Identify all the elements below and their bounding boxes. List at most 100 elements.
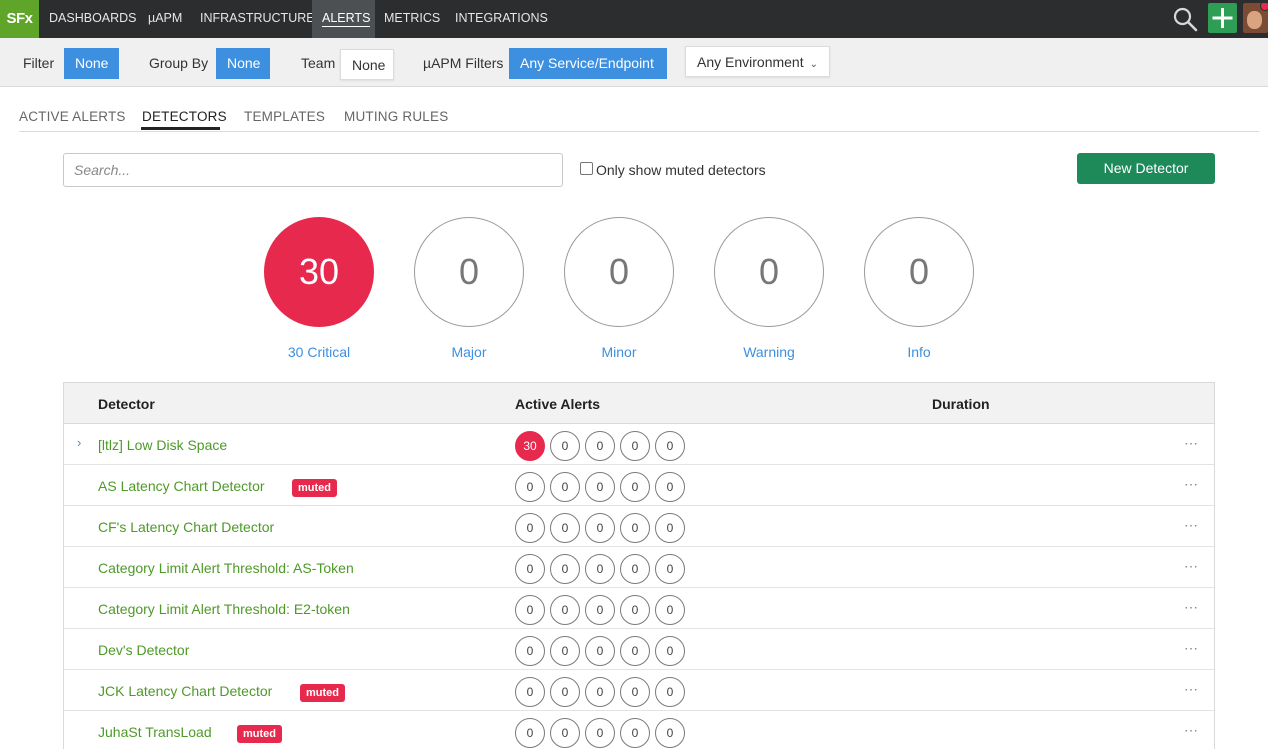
alert-count-minor[interactable]: 0 — [585, 431, 615, 461]
alert-count-critical[interactable]: 0 — [515, 677, 545, 707]
alert-count-minor[interactable]: 0 — [585, 472, 615, 502]
alert-count-major[interactable]: 0 — [550, 636, 580, 666]
alert-count-critical[interactable]: 0 — [515, 595, 545, 625]
table-row[interactable]: JCK Latency Chart Detector muted 0 0 0 0 0 ⋯ — [64, 670, 1214, 711]
more-options-icon[interactable]: ⋯ — [1184, 435, 1199, 452]
expand-row-icon[interactable]: › — [77, 435, 81, 450]
alert-count-minor[interactable]: 0 — [585, 595, 615, 625]
alert-count-critical[interactable]: 0 — [515, 472, 545, 502]
apm-filter-button[interactable]: Any Service/Endpoint — [509, 48, 667, 79]
nav-item-integrations[interactable]: INTEGRATIONS — [455, 0, 548, 38]
more-options-icon[interactable]: ⋯ — [1184, 558, 1199, 575]
environment-dropdown[interactable]: Any Environment ⌄ — [685, 46, 830, 77]
alert-count-minor[interactable]: 0 — [585, 636, 615, 666]
more-options-icon[interactable]: ⋯ — [1184, 681, 1199, 698]
detector-name-link[interactable]: JuhaSt TransLoad — [98, 724, 212, 740]
table-row[interactable]: AS Latency Chart Detector muted 0 0 0 0 0 ⋯ — [64, 465, 1214, 506]
alert-count-warning[interactable]: 0 — [620, 718, 650, 748]
alert-count-major[interactable]: 0 — [550, 718, 580, 748]
alert-count-info[interactable]: 0 — [655, 554, 685, 584]
alert-count-minor[interactable]: 0 — [585, 554, 615, 584]
alert-count-major[interactable]: 0 — [550, 472, 580, 502]
tab-detectors[interactable]: DETECTORS — [142, 109, 227, 124]
tab-muting-rules[interactable]: MUTING RULES — [344, 109, 448, 124]
alert-count-warning[interactable]: 0 — [620, 513, 650, 543]
severity-minor-count[interactable]: 0 — [564, 217, 674, 327]
user-avatar[interactable] — [1243, 3, 1268, 33]
severity-major-count[interactable]: 0 — [414, 217, 524, 327]
alert-count-critical[interactable]: 0 — [515, 718, 545, 748]
alert-count-warning[interactable]: 0 — [620, 677, 650, 707]
detector-name-link[interactable]: AS Latency Chart Detector — [98, 478, 265, 494]
alert-count-warning[interactable]: 0 — [620, 472, 650, 502]
alert-count-critical[interactable]: 0 — [515, 636, 545, 666]
more-options-icon[interactable]: ⋯ — [1184, 722, 1199, 739]
tab-templates[interactable]: TEMPLATES — [244, 109, 325, 124]
nav-item-alerts[interactable]: ALERTS — [312, 0, 375, 38]
team-button[interactable]: None — [340, 49, 394, 80]
alert-count-warning[interactable]: 0 — [620, 554, 650, 584]
search-input[interactable] — [63, 153, 563, 187]
alert-count-major[interactable]: 0 — [550, 431, 580, 461]
detector-name-link[interactable]: Dev's Detector — [98, 642, 189, 658]
detector-name-link[interactable]: Category Limit Alert Threshold: E2-token — [98, 601, 350, 617]
severity-critical-count[interactable]: 30 — [264, 217, 374, 327]
table-row[interactable]: JuhaSt TransLoad muted 0 0 0 0 0 ⋯ — [64, 711, 1214, 749]
alert-count-info[interactable]: 0 — [655, 718, 685, 748]
alert-count-warning[interactable]: 0 — [620, 636, 650, 666]
alert-count-critical[interactable]: 0 — [515, 554, 545, 584]
tab-active-alerts[interactable]: ACTIVE ALERTS — [19, 109, 126, 124]
group-by-button[interactable]: None — [216, 48, 270, 79]
new-detector-button[interactable]: New Detector — [1077, 153, 1215, 184]
alert-count-warning[interactable]: 0 — [620, 595, 650, 625]
nav-item-infrastructure[interactable]: INFRASTRUCTURE — [200, 0, 315, 38]
detector-name-link[interactable]: CF's Latency Chart Detector — [98, 519, 274, 535]
more-options-icon[interactable]: ⋯ — [1184, 599, 1199, 616]
column-header-active-alerts[interactable]: Active Alerts — [515, 396, 600, 412]
alert-count-info[interactable]: 0 — [655, 472, 685, 502]
detector-name-link[interactable]: [ltlz] Low Disk Space — [98, 437, 227, 453]
detector-name-link[interactable]: JCK Latency Chart Detector — [98, 683, 272, 699]
alert-count-major[interactable]: 0 — [550, 595, 580, 625]
alert-count-minor[interactable]: 0 — [585, 718, 615, 748]
alert-count-major[interactable]: 0 — [550, 554, 580, 584]
alert-count-major[interactable]: 0 — [550, 677, 580, 707]
column-header-detector[interactable]: Detector — [98, 396, 155, 412]
alert-count-info[interactable]: 0 — [655, 431, 685, 461]
severity-warning-count[interactable]: 0 — [714, 217, 824, 327]
add-icon[interactable] — [1208, 3, 1237, 33]
nav-item-dashboards[interactable]: DASHBOARDS — [49, 0, 137, 38]
alert-count-info[interactable]: 0 — [655, 677, 685, 707]
alert-count-warning[interactable]: 0 — [620, 431, 650, 461]
severity-minor-label[interactable]: Minor — [564, 344, 674, 360]
severity-critical-label[interactable]: 30 Critical — [264, 344, 374, 360]
table-row[interactable]: Category Limit Alert Threshold: AS-Token… — [64, 547, 1214, 588]
search-icon[interactable] — [1172, 6, 1198, 32]
alert-count-minor[interactable]: 0 — [585, 677, 615, 707]
table-row[interactable]: CF's Latency Chart Detector 0 0 0 0 0 ⋯ — [64, 506, 1214, 547]
alert-count-info[interactable]: 0 — [655, 595, 685, 625]
alert-count-critical[interactable]: 30 — [515, 431, 545, 461]
filter-button[interactable]: None — [64, 48, 119, 79]
alert-count-info[interactable]: 0 — [655, 636, 685, 666]
more-options-icon[interactable]: ⋯ — [1184, 476, 1199, 493]
column-header-duration[interactable]: Duration — [932, 396, 990, 412]
nav-item-metrics[interactable]: METRICS — [384, 0, 440, 38]
alert-count-critical[interactable]: 0 — [515, 513, 545, 543]
severity-info-count[interactable]: 0 — [864, 217, 974, 327]
app-logo[interactable]: SFx — [0, 0, 39, 38]
alert-count-info[interactable]: 0 — [655, 513, 685, 543]
more-options-icon[interactable]: ⋯ — [1184, 640, 1199, 657]
detector-name-link[interactable]: Category Limit Alert Threshold: AS-Token — [98, 560, 354, 576]
severity-warning-label[interactable]: Warning — [714, 344, 824, 360]
alert-count-minor[interactable]: 0 — [585, 513, 615, 543]
nav-item-uapm[interactable]: µAPM — [148, 0, 182, 38]
table-row[interactable]: Dev's Detector 0 0 0 0 0 ⋯ — [64, 629, 1214, 670]
table-row[interactable]: Category Limit Alert Threshold: E2-token… — [64, 588, 1214, 629]
more-options-icon[interactable]: ⋯ — [1184, 517, 1199, 534]
table-row[interactable]: › [ltlz] Low Disk Space 30 0 0 0 0 ⋯ — [64, 424, 1214, 465]
severity-major-label[interactable]: Major — [414, 344, 524, 360]
alert-count-major[interactable]: 0 — [550, 513, 580, 543]
muted-detectors-checkbox[interactable] — [580, 162, 593, 175]
severity-info-label[interactable]: Info — [864, 344, 974, 360]
